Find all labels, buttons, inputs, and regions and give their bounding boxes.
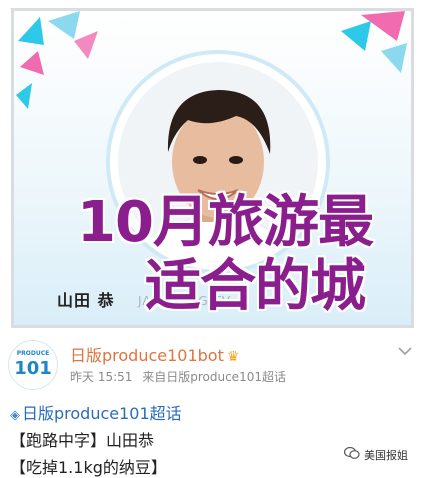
diamond-icon: ◈ (10, 408, 20, 423)
overlay-line-2: 适合的城 (145, 254, 366, 319)
post-time: 昨天 15:51 (70, 370, 133, 384)
weibo-post: PRODUCE 101 日版produce101bot ♛ 昨天 15:51 来自… (0, 330, 422, 477)
logo-top-text: PRODUCE (16, 350, 50, 357)
logo-main-text: 101 (14, 358, 52, 379)
overlay-line-1: 10月旅游最 (77, 190, 374, 255)
decorative-triangles-right (341, 11, 407, 73)
post-meta: 昨天 15:51 来自日版produce101超话 (70, 368, 292, 385)
badge-text: 美国报姐 (364, 449, 408, 462)
wechat-icon (343, 446, 360, 464)
post-text-line-3: 【吃掉1.1kg的纳豆】 (10, 458, 167, 477)
account-name[interactable]: 日版produce101bot (70, 346, 224, 365)
overlay-caption: 10月旅游最 适合的城 (14, 190, 411, 319)
topic-text[interactable]: 日版produce101超话 (22, 404, 182, 423)
topic-link[interactable]: ◈ 日版produce101超话 (10, 400, 182, 424)
post-text-line-2: 【跑路中字】山田恭 (10, 431, 155, 450)
post-source[interactable]: 来自日版produce101超话 (142, 370, 286, 384)
source-badge: 美国报姐 (343, 446, 408, 464)
chevron-down-icon[interactable] (396, 342, 414, 360)
account-avatar[interactable]: PRODUCE 101 (8, 340, 58, 390)
profile-card-image: 山田 恭 JAM GONG TV 10月旅游最 适合的城 (11, 8, 414, 328)
crown-icon: ♛ (226, 349, 240, 365)
account-name-row[interactable]: 日版produce101bot ♛ (70, 342, 239, 366)
